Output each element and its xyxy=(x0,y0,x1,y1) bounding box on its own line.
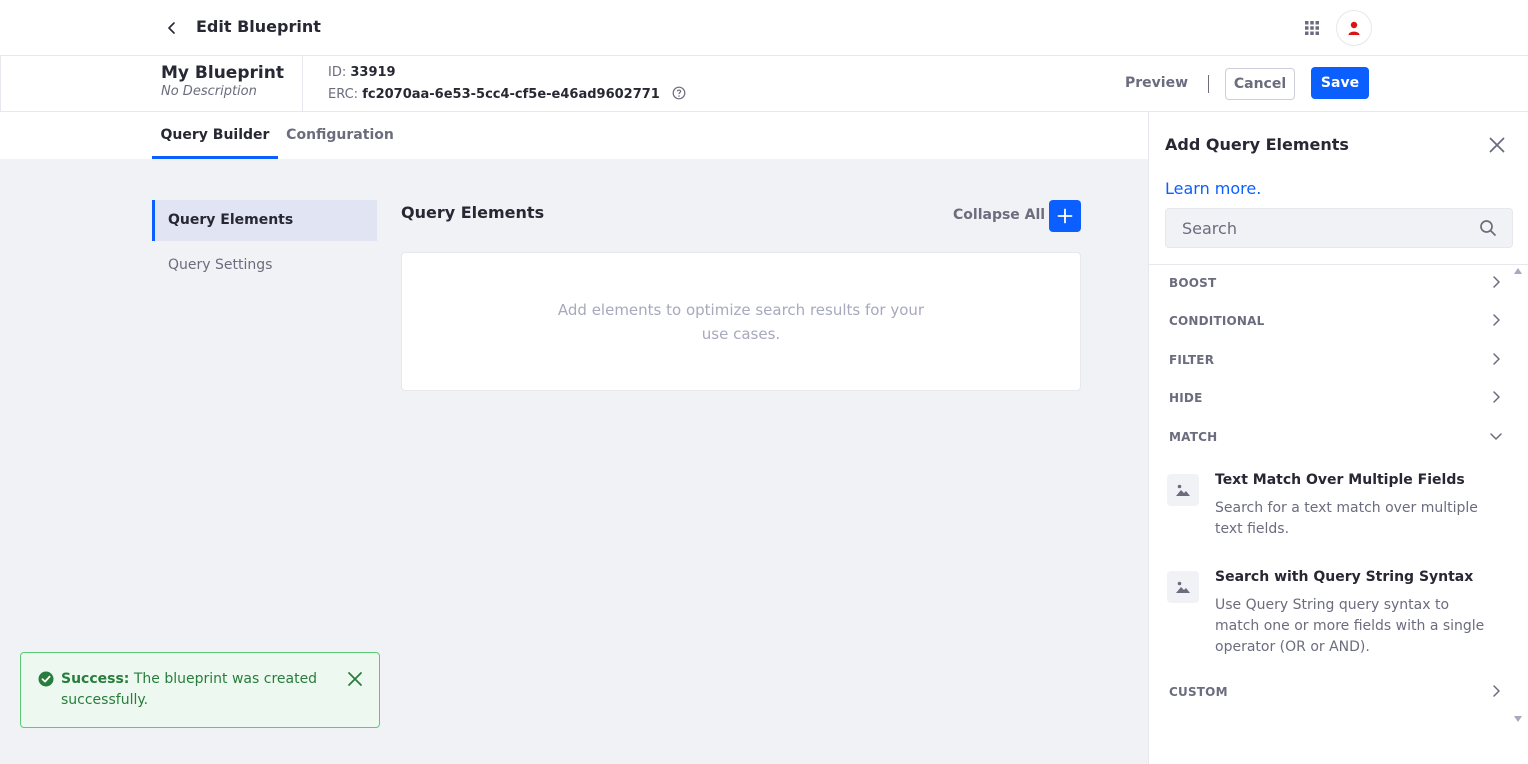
id-value: 33919 xyxy=(350,65,396,80)
tab-configuration[interactable]: Configuration xyxy=(278,112,402,159)
chevron-down-icon xyxy=(1490,433,1502,440)
user-icon xyxy=(1348,21,1360,35)
help-icon[interactable] xyxy=(672,86,686,100)
category-label: CONDITIONAL xyxy=(1169,314,1265,328)
category-boost[interactable]: BOOST xyxy=(1149,264,1511,302)
element-thumbnail xyxy=(1167,474,1199,506)
category-label: CUSTOM xyxy=(1169,685,1228,699)
preview-button[interactable]: Preview xyxy=(1125,75,1188,91)
category-custom[interactable]: CUSTOM xyxy=(1149,673,1511,711)
back-button[interactable] xyxy=(160,16,184,40)
check-circle-icon xyxy=(38,671,54,687)
empty-state-text: Add elements to optimize search results … xyxy=(557,300,925,343)
top-bar: Edit Blueprint xyxy=(0,0,1528,56)
save-button[interactable]: Save xyxy=(1311,67,1369,99)
erc-value: fc2070aa-6e53-5cc4-cf5e-e46ad9602771 xyxy=(362,87,660,102)
category-label: FILTER xyxy=(1169,353,1215,367)
empty-state-card: Add elements to optimize search results … xyxy=(401,252,1081,391)
tab-bar: Query Builder Configuration xyxy=(0,112,1148,159)
blueprint-description: No Description xyxy=(161,84,257,99)
chevron-right-icon xyxy=(1493,685,1500,697)
search-box xyxy=(1165,208,1513,248)
category-match[interactable]: MATCH xyxy=(1149,418,1511,456)
chevron-right-icon xyxy=(1493,276,1500,288)
element-thumbnail xyxy=(1167,571,1199,603)
chevron-right-icon xyxy=(1493,314,1500,326)
collapse-all-button[interactable]: Collapse All xyxy=(953,207,1045,223)
panel-title: Add Query Elements xyxy=(1165,135,1349,154)
cancel-button[interactable]: Cancel xyxy=(1225,68,1295,100)
toast-message: Success: The blueprint was created succe… xyxy=(61,669,331,711)
apps-grid-icon xyxy=(1305,21,1319,35)
category-label: HIDE xyxy=(1169,391,1203,405)
blueprint-name: My Blueprint xyxy=(161,63,284,83)
scroll-up-arrow[interactable] xyxy=(1514,268,1522,274)
query-elements-title: Query Elements xyxy=(401,203,545,222)
query-element-item[interactable]: Search with Query String Syntax Use Quer… xyxy=(1149,569,1511,671)
chevron-right-icon xyxy=(1493,353,1500,365)
element-description: Search for a text match over multiple te… xyxy=(1215,500,1478,537)
query-element-item[interactable]: Text Match Over Multiple Fields Search f… xyxy=(1149,472,1511,554)
blueprint-id: ID: 33919 xyxy=(328,65,396,80)
toast-strong: Success: xyxy=(61,671,130,687)
blueprint-erc: ERC: fc2070aa-6e53-5cc4-cf5e-e46ad960277… xyxy=(328,86,686,102)
success-toast: Success: The blueprint was created succe… xyxy=(20,652,380,728)
apps-button[interactable] xyxy=(1300,16,1324,40)
image-icon xyxy=(1176,581,1190,593)
tab-query-builder[interactable]: Query Builder xyxy=(152,112,278,159)
chevron-right-icon xyxy=(1493,391,1500,403)
element-description: Use Query String query syntax to match o… xyxy=(1215,597,1485,655)
element-title: Search with Query String Syntax xyxy=(1215,569,1474,585)
toolbar-separator xyxy=(1208,75,1209,93)
search-icon[interactable] xyxy=(1479,219,1497,237)
category-filter[interactable]: FILTER xyxy=(1149,341,1511,379)
plus-icon xyxy=(1057,208,1073,224)
search-input[interactable] xyxy=(1166,209,1466,247)
category-conditional[interactable]: CONDITIONAL xyxy=(1149,302,1511,340)
chevron-left-icon xyxy=(168,22,175,34)
image-icon xyxy=(1176,484,1190,496)
sidebar-item-query-elements[interactable]: Query Elements xyxy=(152,200,377,241)
header-divider xyxy=(302,56,303,112)
id-label: ID: xyxy=(328,65,347,80)
category-label: BOOST xyxy=(1169,276,1217,290)
add-element-button[interactable] xyxy=(1049,200,1081,232)
close-icon[interactable] xyxy=(346,670,364,688)
panel-scrollbar[interactable] xyxy=(1514,264,1522,764)
element-title: Text Match Over Multiple Fields xyxy=(1215,472,1465,488)
blueprint-header: My Blueprint No Description ID: 33919 ER… xyxy=(0,56,1528,112)
page-title: Edit Blueprint xyxy=(196,17,321,36)
erc-label: ERC: xyxy=(328,87,359,102)
sidebar-item-query-settings[interactable]: Query Settings xyxy=(152,245,377,286)
add-query-elements-panel: Add Query Elements Learn more. BOOST CON… xyxy=(1148,112,1528,764)
category-hide[interactable]: HIDE xyxy=(1149,379,1511,417)
category-label: MATCH xyxy=(1169,430,1218,444)
learn-more-link[interactable]: Learn more. xyxy=(1165,179,1261,198)
close-icon[interactable] xyxy=(1488,136,1506,154)
user-avatar[interactable] xyxy=(1336,10,1372,46)
scroll-down-arrow[interactable] xyxy=(1514,716,1522,722)
